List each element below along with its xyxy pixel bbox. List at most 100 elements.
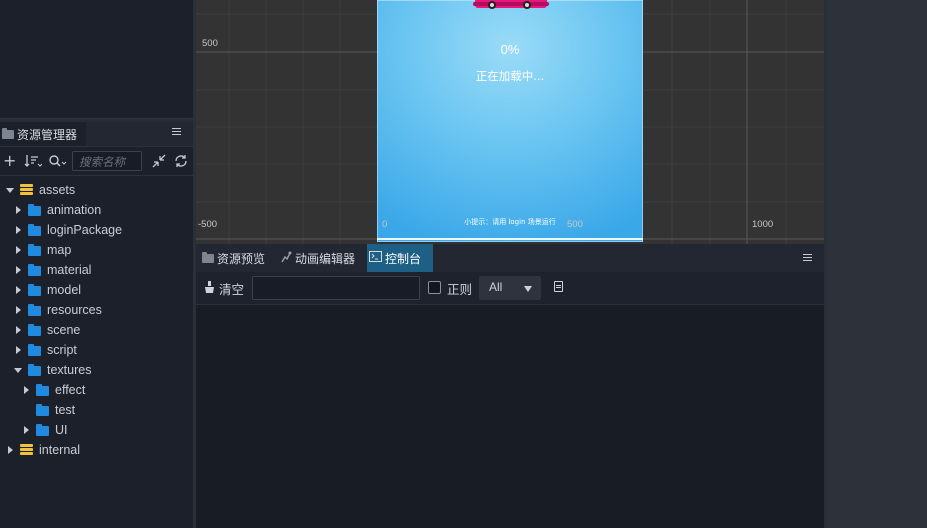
chevron-right-icon[interactable]: [15, 346, 21, 354]
tree-item-label: loginPackage: [47, 223, 123, 237]
menu-icon[interactable]: [172, 128, 181, 137]
broom-icon: [204, 280, 215, 296]
ruler-label-500: 500: [202, 38, 218, 49]
tree-item-assets[interactable]: assets: [4, 180, 75, 200]
folder-icon: [28, 244, 41, 256]
refresh-icon[interactable]: [174, 147, 188, 175]
console-panel: 资源预览 动画编辑器 控制台 清空 正则 All: [196, 244, 824, 528]
tree-item-label: UI: [55, 423, 68, 437]
add-icon[interactable]: +: [3, 147, 16, 175]
folder-icon: [2, 127, 14, 139]
tree-item-test[interactable]: test: [20, 400, 75, 420]
sort-icon[interactable]: [24, 147, 43, 175]
tree-item-label: test: [55, 403, 76, 417]
canvas-footer-text: 小提示：请用 login 场景运行: [464, 218, 556, 226]
scene-view[interactable]: 0% 正在加载中... 小提示：请用 login 场景运行 500 -500 0…: [196, 0, 824, 244]
tab-asset-preview[interactable]: 资源预览: [200, 244, 276, 272]
chevron-right-icon[interactable]: [7, 446, 13, 454]
tree-item-effect[interactable]: effect: [20, 380, 85, 400]
ruler-label-minus-500: -500: [198, 219, 218, 230]
tab-asset-preview-label: 资源预览: [217, 251, 266, 266]
console-tabbar: 资源预览 动画编辑器 控制台: [196, 244, 824, 273]
chevron-right-icon[interactable]: [15, 246, 21, 254]
assets-toolbar: + 搜索名称: [0, 147, 193, 176]
tab-console-label: 控制台: [385, 251, 422, 266]
animation-icon: [280, 251, 292, 266]
clear-button-label: 清空: [219, 281, 245, 297]
tree-item-label: scene: [47, 323, 81, 337]
loading-percent: 0%: [500, 42, 520, 57]
hierarchy-panel: [0, 0, 193, 118]
tree-item-resources[interactable]: resources: [12, 300, 102, 320]
tree-item-animation[interactable]: animation: [12, 200, 101, 220]
tab-animation-editor[interactable]: 动画编辑器: [278, 244, 366, 272]
chevron-down-icon[interactable]: [14, 367, 22, 373]
console-menu-icon[interactable]: [803, 254, 812, 263]
chevron-right-icon[interactable]: [15, 266, 21, 274]
tree-item-label: map: [47, 243, 72, 257]
folder-icon: [28, 264, 41, 276]
tree-item-label: script: [47, 343, 77, 357]
tree-item-script[interactable]: script: [12, 340, 77, 360]
chevron-right-icon[interactable]: [15, 286, 21, 294]
tree-item-textures[interactable]: textures: [12, 360, 91, 380]
tab-animation-editor-label: 动画编辑器: [295, 251, 356, 266]
assets-panel: 资源管理器 + 搜索名称 assets animation loginPackage…: [0, 122, 193, 528]
tree-item-internal[interactable]: internal: [4, 440, 80, 460]
ruler-label-0: 0: [382, 219, 388, 230]
chevron-right-icon[interactable]: [15, 306, 21, 314]
tree-item-ui[interactable]: UI: [20, 420, 68, 440]
regex-checkbox[interactable]: [428, 281, 441, 294]
tree-item-label: internal: [39, 443, 80, 457]
tree-item-material[interactable]: material: [12, 260, 91, 280]
regex-label: 正则: [447, 282, 473, 297]
tree-item-label: animation: [47, 203, 102, 217]
chevron-right-icon[interactable]: [15, 326, 21, 334]
console-icon: [369, 251, 382, 265]
clear-button[interactable]: 清空: [204, 278, 244, 298]
chevron-right-icon[interactable]: [23, 426, 29, 434]
game-canvas: [377, 0, 643, 242]
tree-item-label: material: [47, 263, 92, 277]
tab-assets[interactable]: 资源管理器: [0, 122, 86, 146]
tree-item-label: resources: [47, 303, 102, 317]
tree-item-scene[interactable]: scene: [12, 320, 80, 340]
database-icon: [20, 444, 33, 456]
tree-item-label: textures: [47, 363, 92, 377]
folder-icon: [28, 344, 41, 356]
tree-item-map[interactable]: map: [12, 240, 71, 260]
inspector-panel: [827, 0, 927, 528]
chevron-right-icon[interactable]: [15, 226, 21, 234]
tree-item-loginpackage[interactable]: loginPackage: [12, 220, 122, 240]
folder-icon: [36, 384, 49, 396]
folder-icon: [28, 324, 41, 336]
console-log-area[interactable]: [196, 305, 824, 528]
log-level-select[interactable]: All: [479, 276, 541, 300]
car-sprite: [473, 0, 549, 9]
collapse-all-icon[interactable]: [152, 147, 166, 175]
chevron-right-icon[interactable]: [15, 206, 21, 214]
folder-icon: [36, 404, 49, 416]
folder-icon: [28, 364, 41, 376]
tab-assets-label: 资源管理器: [17, 127, 78, 142]
tree-item-label: assets: [39, 183, 76, 197]
folder-icon: [28, 304, 41, 316]
chevron-right-icon[interactable]: [23, 386, 29, 394]
ruler-label-1000: 1000: [752, 219, 774, 230]
folder-icon: [28, 224, 41, 236]
tree-item-model[interactable]: model: [12, 280, 81, 300]
folder-icon: [36, 424, 49, 436]
ruler-label-500-x: 500: [567, 219, 583, 230]
chevron-down-icon[interactable]: [6, 187, 14, 193]
tree-item-label: model: [47, 283, 82, 297]
open-log-file-icon[interactable]: [554, 281, 563, 292]
search-icon[interactable]: [48, 147, 68, 175]
loading-text: 正在加载中...: [475, 69, 545, 83]
search-input[interactable]: 搜索名称: [72, 151, 142, 171]
console-toolbar: 清空 正则 All: [196, 272, 824, 305]
log-level-value: All: [489, 280, 503, 294]
chevron-down-icon: [524, 286, 532, 292]
tab-console[interactable]: 控制台: [367, 244, 433, 272]
folder-icon: [28, 284, 41, 296]
filter-input[interactable]: [252, 276, 420, 300]
